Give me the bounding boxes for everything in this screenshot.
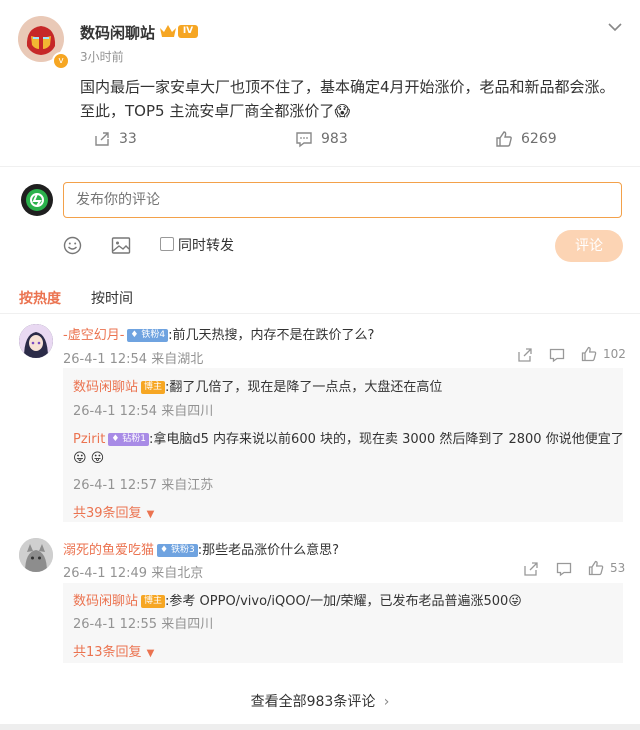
commenter-avatar[interactable]	[19, 324, 53, 358]
bottom-edge	[0, 724, 640, 730]
verified-badge-icon: v	[52, 52, 70, 70]
caret-down-icon: ▼	[146, 509, 155, 520]
level-badge: IV	[178, 25, 198, 38]
emoji-icon[interactable]	[63, 236, 82, 255]
commenter-avatar[interactable]	[19, 538, 53, 572]
comment-like-button[interactable]: 53	[588, 560, 625, 576]
comment-button[interactable]: 983	[295, 130, 348, 148]
comment-like-count: 53	[610, 561, 626, 575]
repost-checkbox[interactable]	[160, 237, 174, 251]
comment-input[interactable]	[63, 182, 622, 218]
blogger-badge: 博主	[141, 381, 166, 394]
thumbs-up-icon	[581, 346, 597, 362]
view-all-comments-link[interactable]: 查看全部983条评论 ›	[0, 691, 640, 711]
reply-meta: 26-4-1 12:54 来自四川	[73, 404, 214, 419]
comment-like-count: 102	[603, 347, 626, 361]
more-replies-link[interactable]: 共13条回复 ▼	[73, 641, 154, 660]
more-replies-link[interactable]: 共39条回复 ▼	[73, 502, 154, 521]
reply-author[interactable]: 数码闲聊站	[73, 594, 138, 609]
thumbs-up-icon	[495, 130, 513, 148]
commenter-name[interactable]: 溺死的鱼爱吃猫	[63, 543, 154, 558]
comment-meta: 26-4-1 12:54 来自湖北	[63, 352, 204, 367]
reply-author[interactable]: 数码闲聊站	[73, 380, 138, 395]
crown-icon	[159, 23, 177, 43]
fan-badge: ♦ 钻粉1	[108, 433, 150, 446]
comment-meta: 26-4-1 12:49 来自北京	[63, 566, 204, 581]
comment-count: 983	[321, 131, 348, 147]
image-icon[interactable]	[111, 236, 131, 255]
fan-badge: ♦ 铁粉4	[127, 329, 169, 342]
fan-badge: ♦ 铁粉3	[157, 544, 198, 557]
divider	[0, 313, 640, 314]
caret-down-icon: ▼	[146, 648, 155, 659]
reply-row: 数码闲聊站 博主:翻了几倍了，现在是降了一点点，大盘还在高位	[73, 376, 442, 395]
commenter-name[interactable]: -虚空幻月-	[63, 328, 124, 343]
repost-checkbox-label: 同时转发	[178, 238, 234, 254]
reply-row: 数码闲聊站 博主:参考 OPPO/vivo/iQOO/一加/荣耀，已发布老品普遍涨…	[73, 590, 522, 609]
tab-sort-hot[interactable]: 按热度	[19, 288, 61, 308]
repost-count: 33	[119, 131, 137, 147]
reply-icon[interactable]	[549, 347, 565, 363]
reply-icon[interactable]	[556, 561, 572, 577]
reply-text: :拿电脑d5 内存来说以前600 块的，现在卖 3000 然后降到了 2800 …	[149, 432, 624, 447]
reply-emoji: 😛 😛	[73, 451, 105, 466]
reply-meta: 26-4-1 12:55 来自四川	[73, 617, 214, 632]
blogger-badge: 博主	[141, 595, 166, 608]
post-time: 3小时前	[80, 50, 124, 64]
comment-like-button[interactable]: 102	[581, 346, 626, 362]
repost-button[interactable]: 33	[93, 130, 137, 148]
repost-icon	[93, 130, 111, 148]
chevron-down-icon[interactable]	[607, 18, 623, 37]
comment-row: -虚空幻月- ♦ 铁粉4:前几天热搜，内存不是在跌价了么?	[63, 324, 374, 343]
reply-text: :参考 OPPO/vivo/iQOO/一加/荣耀，已发布老品普遍涨500😜	[165, 594, 522, 609]
chevron-right-icon: ›	[383, 694, 390, 710]
share-icon[interactable]	[523, 561, 539, 577]
comment-icon	[295, 130, 313, 148]
reply-row: Pzirit ♦ 钻粉1:拿电脑d5 内存来说以前600 块的，现在卖 3000 …	[73, 428, 624, 447]
comment-text: :前几天热搜，内存不是在跌价了么?	[168, 328, 375, 343]
tab-sort-time[interactable]: 按时间	[91, 288, 133, 308]
submit-comment-button[interactable]: 评论	[555, 230, 623, 262]
post-content-line2: 至此，TOP5 主流安卓厂商全都涨价了😱	[80, 102, 350, 120]
reply-meta: 26-4-1 12:57 来自江苏	[73, 478, 214, 493]
reply-author[interactable]: Pzirit	[73, 432, 105, 447]
post-content-line1: 国内最后一家安卓大厂也顶不住了，基本确定4月开始涨价，老品和新品都会涨。	[80, 78, 615, 96]
share-icon[interactable]	[517, 347, 533, 363]
divider	[0, 166, 640, 167]
reply-text: :翻了几倍了，现在是降了一点点，大盘还在高位	[165, 380, 443, 395]
like-button[interactable]: 6269	[495, 130, 557, 148]
comment-row: 溺死的鱼爱吃猫 ♦ 铁粉3:那些老品涨价什么意思?	[63, 539, 339, 558]
comment-text: :那些老品涨价什么意思?	[197, 543, 339, 558]
post-author-name[interactable]: 数码闲聊站	[80, 22, 155, 43]
thumbs-up-icon	[588, 560, 604, 576]
my-avatar	[21, 184, 53, 216]
like-count: 6269	[521, 131, 557, 147]
